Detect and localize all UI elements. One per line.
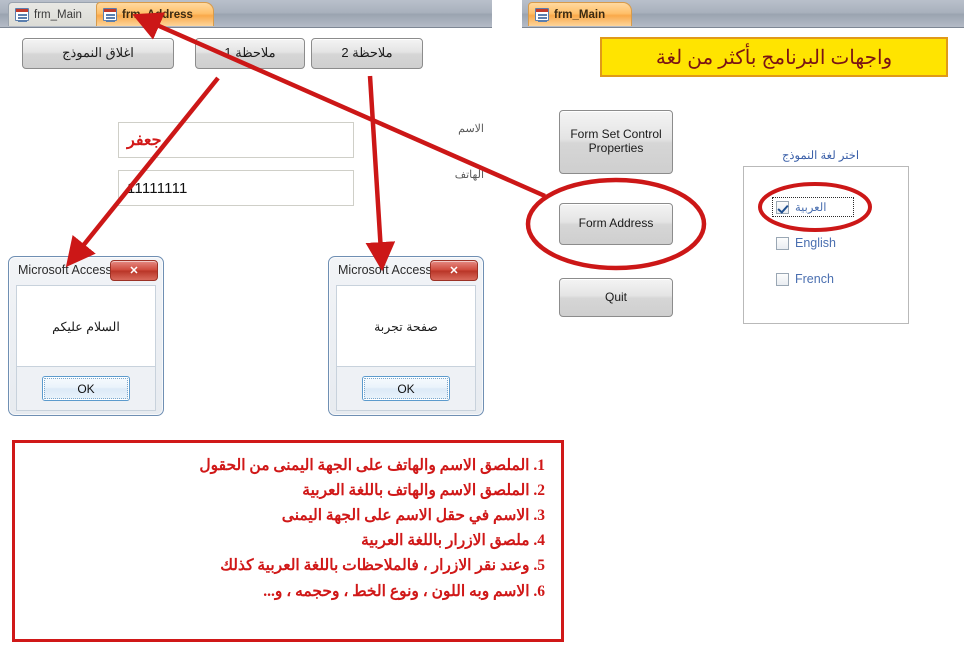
note-2-button[interactable]: ملاحظة 2 bbox=[311, 38, 423, 69]
notes-line: 4. ملصق الازرار باللغة العربية bbox=[361, 532, 545, 550]
checkbox-icon[interactable] bbox=[776, 236, 789, 250]
close-icon[interactable]: ✕ bbox=[110, 260, 158, 281]
close-glyph: ✕ bbox=[129, 265, 139, 277]
language-option-english[interactable]: English bbox=[776, 236, 836, 250]
notes-line: 1. الملصق الاسم والهاتف على الجهة اليمنى… bbox=[199, 457, 545, 474]
dialog-ok-button[interactable]: OK bbox=[42, 376, 130, 401]
phone-input[interactable]: 11111111 bbox=[118, 170, 354, 206]
checkbox-icon[interactable] bbox=[776, 200, 789, 214]
tab-label: frm_Main bbox=[34, 8, 82, 21]
banner-text: واجهات البرنامج بأكثر من لغة bbox=[655, 46, 893, 69]
notes-line: 6. الاسم وبه اللون ، ونوع الخط ، وحجمه ،… bbox=[263, 582, 545, 600]
left-tab-bar: frm_Main frm_Address bbox=[0, 0, 492, 28]
tab-label: frm_Address bbox=[122, 8, 193, 21]
annotation-arrow-to-dialog-1 bbox=[65, 76, 220, 268]
page-title-banner: واجهات البرنامج بأكثر من لغة bbox=[600, 37, 948, 77]
access-form-icon bbox=[15, 8, 29, 21]
dialog-message: السلام عليكم bbox=[52, 319, 120, 334]
dialog-footer: OK bbox=[336, 367, 476, 411]
dialog-message: صفحة تجربة bbox=[374, 319, 438, 334]
quit-button[interactable]: Quit bbox=[559, 278, 673, 317]
close-glyph: ✕ bbox=[449, 265, 459, 277]
button-label: Form Address bbox=[578, 216, 654, 231]
dialog-title: Microsoft Access bbox=[338, 263, 432, 277]
checkbox-icon[interactable] bbox=[776, 272, 789, 286]
dialog-footer: OK bbox=[16, 367, 156, 411]
close-icon[interactable]: ✕ bbox=[430, 260, 478, 281]
language-option-label: العربية bbox=[795, 202, 827, 214]
ok-label: OK bbox=[397, 381, 415, 396]
name-input[interactable]: جعفر bbox=[118, 122, 354, 158]
note-1-button[interactable]: ملاحظة 1 bbox=[195, 38, 305, 69]
notes-line: 2. الملصق الاسم والهاتف باللغة العربية bbox=[302, 482, 545, 500]
language-option-label: English bbox=[795, 236, 836, 250]
button-label: ملاحظة 1 bbox=[224, 45, 276, 61]
dialog-body: السلام عليكم bbox=[16, 285, 156, 367]
tab-frm-main-right[interactable]: frm_Main bbox=[528, 2, 632, 26]
phone-field-label: الهاتف bbox=[454, 169, 484, 181]
dialog-title: Microsoft Access bbox=[18, 263, 112, 277]
tab-label: frm_Main bbox=[554, 8, 606, 21]
message-dialog-2: Microsoft Access ✕ صفحة تجربة OK bbox=[328, 256, 484, 416]
form-address-button[interactable]: Form Address bbox=[559, 203, 673, 245]
phone-input-value: 11111111 bbox=[127, 179, 188, 197]
form-set-control-properties-button[interactable]: Form Set Control Properties bbox=[559, 110, 673, 174]
language-option-label: French bbox=[795, 272, 834, 286]
notes-box: 1. الملصق الاسم والهاتف على الجهة اليمنى… bbox=[12, 440, 564, 642]
name-input-value: جعفر bbox=[127, 132, 162, 149]
button-label: Form Set Control Properties bbox=[570, 127, 662, 155]
notes-line: 3. الاسم في حقل الاسم على الجهة اليمنى bbox=[281, 507, 545, 525]
screenshot-root: frm_Main frm_Address ملاحظة 2 ملاحظة 1 ا… bbox=[0, 0, 964, 652]
name-field-label: الاسم bbox=[458, 123, 484, 135]
dialog-title-bar: Microsoft Access ✕ bbox=[329, 257, 483, 283]
access-form-icon bbox=[535, 8, 549, 21]
ok-label: OK bbox=[77, 381, 95, 396]
language-option-french[interactable]: French bbox=[776, 272, 834, 286]
notes-line: 5. وعند نقر الازرار ، فالملاحظات باللغة … bbox=[220, 557, 545, 575]
message-dialog-1: Microsoft Access ✕ السلام عليكم OK bbox=[8, 256, 164, 416]
button-label: Quit bbox=[604, 289, 627, 304]
language-group-label: اختر لغة النموذج bbox=[782, 150, 860, 162]
dialog-ok-button[interactable]: OK bbox=[362, 376, 450, 401]
annotation-arrow-to-dialog-2 bbox=[365, 75, 396, 272]
button-label: ملاحظة 2 bbox=[341, 45, 393, 61]
dialog-title-bar: Microsoft Access ✕ bbox=[9, 257, 163, 283]
access-form-icon bbox=[103, 8, 117, 21]
language-option-arabic[interactable]: العربية bbox=[776, 200, 826, 214]
right-tab-bar: frm_Main bbox=[522, 0, 964, 28]
close-form-button[interactable]: اغلاق النموذج bbox=[22, 38, 174, 69]
tab-frm-address[interactable]: frm_Address bbox=[96, 2, 214, 26]
dialog-body: صفحة تجربة bbox=[336, 285, 476, 367]
button-label: اغلاق النموذج bbox=[62, 45, 134, 61]
